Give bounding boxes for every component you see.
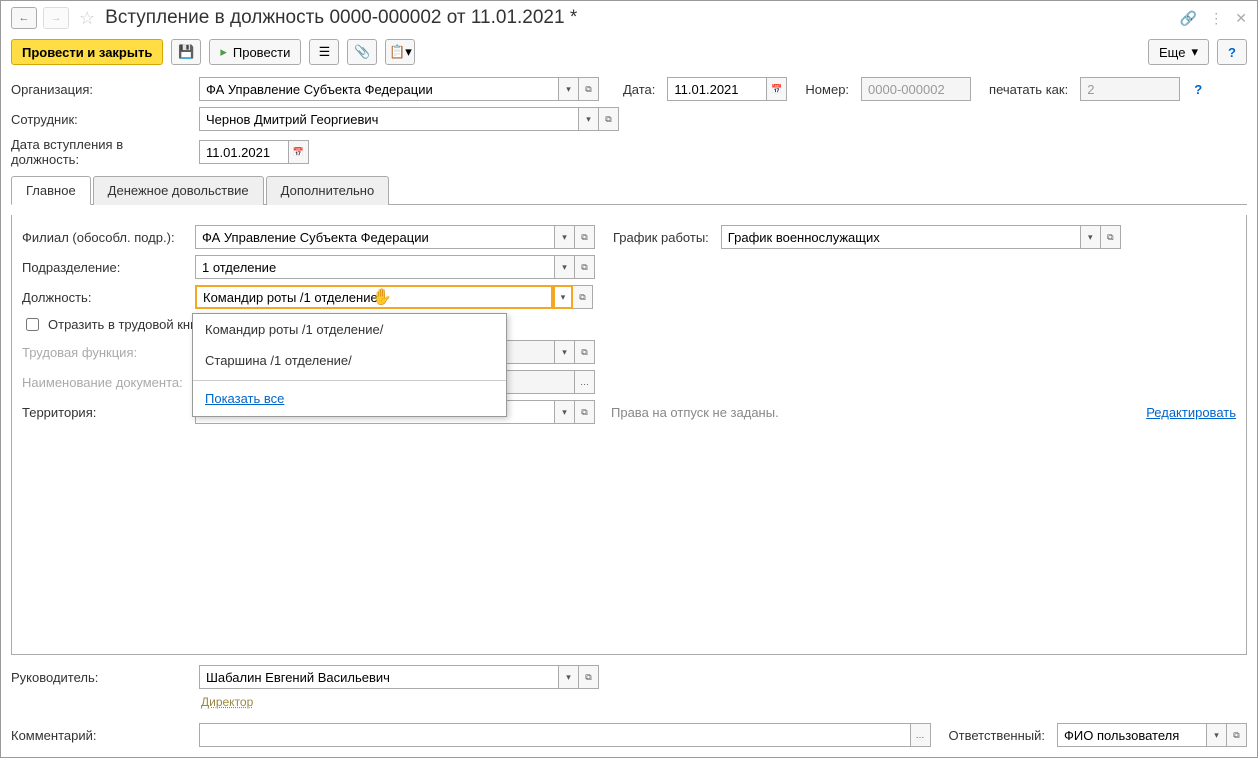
chevron-down-icon: ▾: [1191, 44, 1198, 60]
position-input[interactable]: [195, 285, 553, 309]
doc-name-label: Наименование документа:: [22, 375, 187, 390]
manager-input[interactable]: [199, 665, 559, 689]
nav-back-button[interactable]: ←: [11, 7, 37, 29]
link-icon[interactable]: 🔗: [1180, 10, 1197, 27]
manager-label: Руководитель:: [11, 670, 191, 685]
dropdown-item[interactable]: Старшина /1 отделение/: [193, 345, 506, 376]
schedule-label: График работы:: [613, 230, 709, 245]
reflect-checkbox[interactable]: [26, 318, 39, 331]
tab-money[interactable]: Денежное довольствие: [93, 176, 264, 205]
date-input[interactable]: [667, 77, 767, 101]
print-as-input: [1080, 77, 1180, 101]
doc-name-ellipsis-button[interactable]: …: [575, 370, 595, 394]
employee-dropdown-button[interactable]: ▾: [579, 107, 599, 131]
print-as-label: печатать как:: [989, 82, 1068, 97]
close-icon[interactable]: ✕: [1235, 10, 1247, 27]
number-input[interactable]: [861, 77, 971, 101]
position-dropdown: Командир роты /1 отделение/ Старшина /1 …: [192, 313, 507, 417]
responsible-label: Ответственный:: [949, 728, 1045, 743]
tab-extra[interactable]: Дополнительно: [266, 176, 390, 205]
responsible-open-button[interactable]: ⧉: [1227, 723, 1247, 747]
entry-date-calendar-button[interactable]: 📅: [289, 140, 309, 164]
comment-ellipsis-button[interactable]: …: [911, 723, 931, 747]
comment-input[interactable]: [199, 723, 911, 747]
kebab-menu-icon[interactable]: ⋮: [1209, 10, 1223, 27]
date-label: Дата:: [623, 82, 655, 97]
date-calendar-button[interactable]: 📅: [767, 77, 787, 101]
help-button[interactable]: ?: [1217, 39, 1247, 65]
org-label: Организация:: [11, 82, 191, 97]
employee-label: Сотрудник:: [11, 112, 191, 127]
more-button[interactable]: Еще ▾: [1148, 39, 1209, 65]
entry-date-label: Дата вступления в должность:: [11, 137, 191, 167]
position-label: Должность:: [22, 290, 187, 305]
branch-dropdown-button[interactable]: ▾: [555, 225, 575, 249]
post-button[interactable]: ▸Провести: [209, 39, 301, 65]
dept-dropdown-button[interactable]: ▾: [555, 255, 575, 279]
tab-main[interactable]: Главное: [11, 176, 91, 205]
manager-open-button[interactable]: ⧉: [579, 665, 599, 689]
employee-open-button[interactable]: ⧉: [599, 107, 619, 131]
schedule-input[interactable]: [721, 225, 1081, 249]
print-help-icon[interactable]: ?: [1194, 82, 1202, 97]
show-all-link[interactable]: Показать все: [205, 391, 284, 406]
nav-forward-button[interactable]: →: [43, 7, 69, 29]
edit-link[interactable]: Редактировать: [1146, 405, 1236, 420]
labor-fn-label: Трудовая функция:: [22, 345, 187, 360]
schedule-dropdown-button[interactable]: ▾: [1081, 225, 1101, 249]
position-dropdown-button[interactable]: ▾: [553, 285, 573, 309]
number-label: Номер:: [805, 82, 849, 97]
branch-label: Филиал (обособл. подр.):: [22, 230, 187, 245]
save-button[interactable]: 💾: [171, 39, 201, 65]
responsible-dropdown-button[interactable]: ▾: [1207, 723, 1227, 747]
labor-fn-dropdown-button[interactable]: ▾: [555, 340, 575, 364]
post-and-close-button[interactable]: Провести и закрыть: [11, 39, 163, 65]
dept-input[interactable]: [195, 255, 555, 279]
branch-input[interactable]: [195, 225, 555, 249]
entry-date-input[interactable]: [199, 140, 289, 164]
org-dropdown-button[interactable]: ▾: [559, 77, 579, 101]
responsible-input[interactable]: [1057, 723, 1207, 747]
schedule-open-button[interactable]: ⧉: [1101, 225, 1121, 249]
org-input[interactable]: [199, 77, 559, 101]
list-button[interactable]: ☰: [309, 39, 339, 65]
dept-label: Подразделение:: [22, 260, 187, 275]
window-title: Вступление в должность 0000-000002 от 11…: [105, 7, 1174, 29]
comment-label: Комментарий:: [11, 728, 191, 743]
attach-button[interactable]: 📎: [347, 39, 377, 65]
dept-open-button[interactable]: ⧉: [575, 255, 595, 279]
post-icon: ▸: [220, 44, 227, 60]
branch-open-button[interactable]: ⧉: [575, 225, 595, 249]
favorite-icon[interactable]: ☆: [79, 8, 95, 29]
dropdown-item[interactable]: Командир роты /1 отделение/: [193, 314, 506, 345]
manager-role-link[interactable]: Директор: [201, 695, 1247, 709]
vacation-status: Права на отпуск не заданы.: [611, 405, 779, 420]
report-button[interactable]: 📋▾: [385, 39, 415, 65]
labor-fn-open-button[interactable]: ⧉: [575, 340, 595, 364]
org-open-button[interactable]: ⧉: [579, 77, 599, 101]
manager-dropdown-button[interactable]: ▾: [559, 665, 579, 689]
territory-open-button[interactable]: ⧉: [575, 400, 595, 424]
territory-label: Территория:: [22, 405, 187, 420]
position-open-button[interactable]: ⧉: [573, 285, 593, 309]
territory-dropdown-button[interactable]: ▾: [555, 400, 575, 424]
employee-input[interactable]: [199, 107, 579, 131]
